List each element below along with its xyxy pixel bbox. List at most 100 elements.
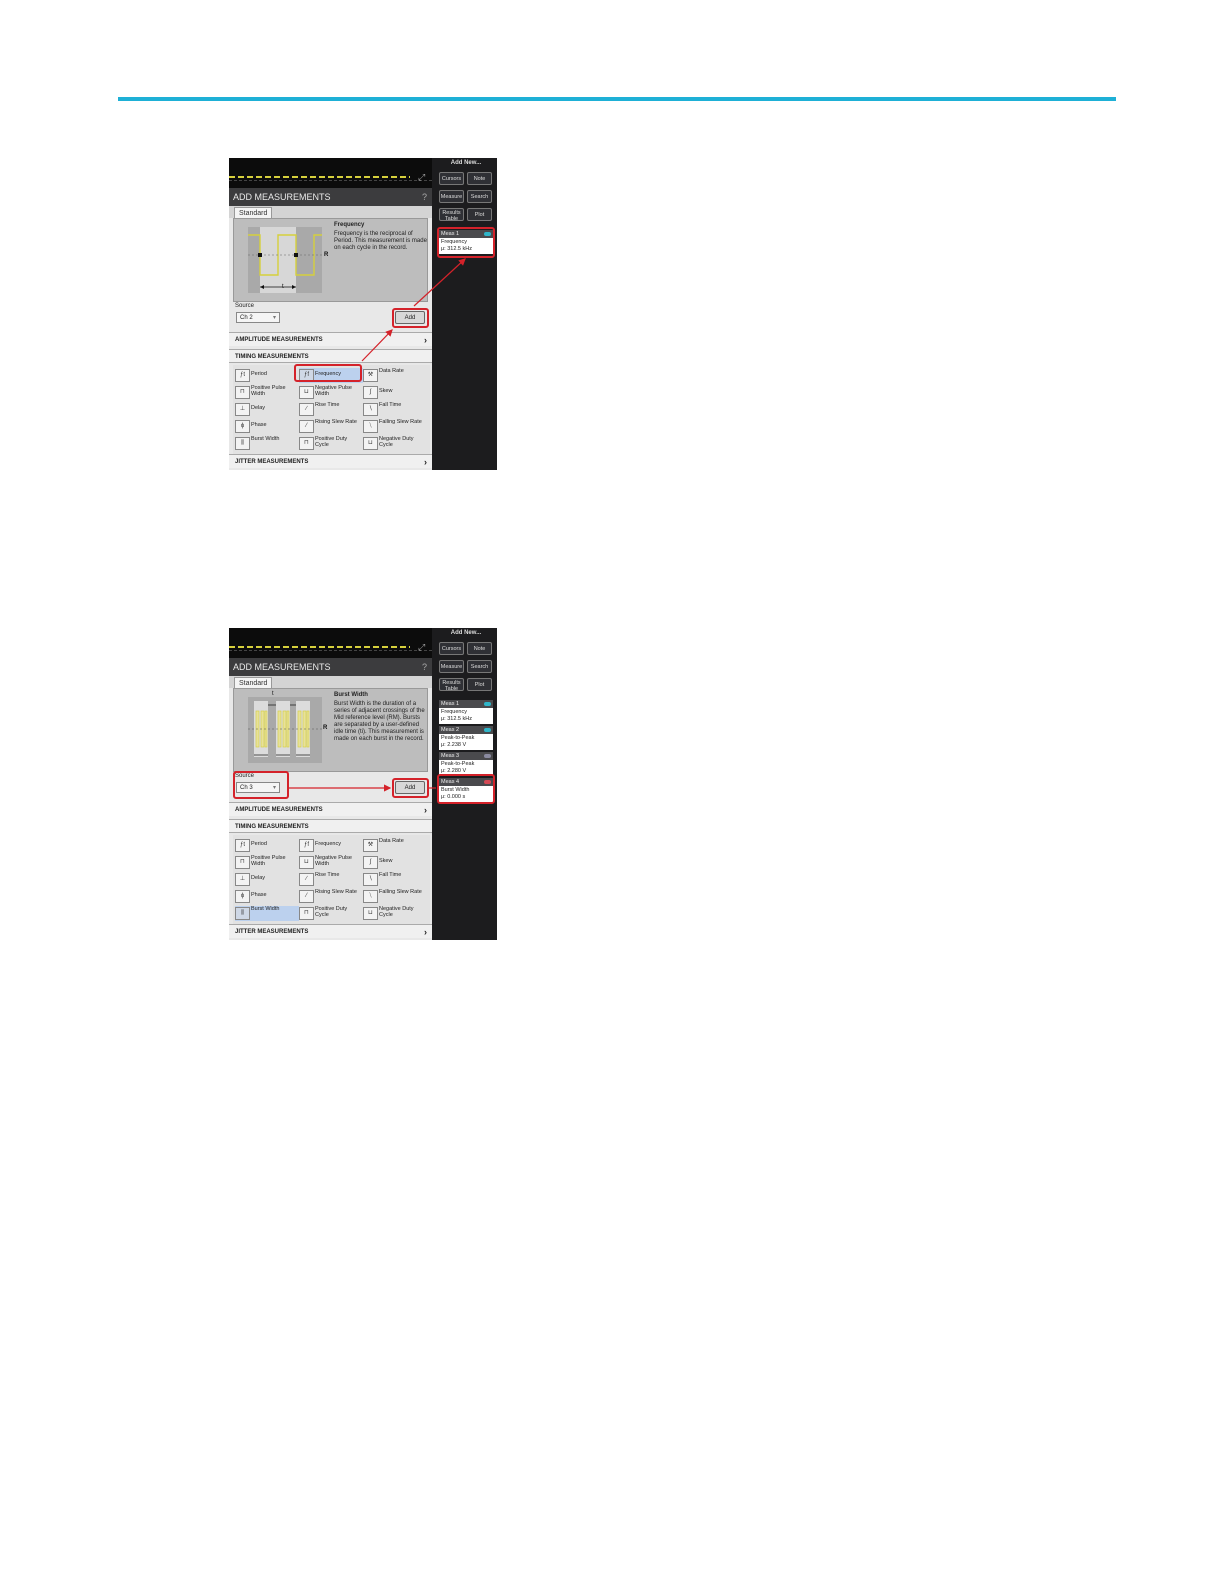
description-title: Frequency	[334, 222, 365, 228]
screenshot-burst-width: ⤢ ADD MEASUREMENTS ? Standard R t Burst …	[229, 628, 497, 940]
header-rule	[118, 97, 1116, 101]
measurement-item-label: Phase	[251, 892, 267, 898]
add-button[interactable]: Add	[395, 781, 425, 794]
measurement-item-falling-slew-rate[interactable]: ⧹ Falling Slew Rate	[363, 889, 427, 904]
search-button[interactable]: Search	[467, 660, 492, 673]
note-button[interactable]: Note	[467, 642, 492, 655]
cursors-button[interactable]: Cursors	[439, 172, 464, 185]
measurement-item-period[interactable]: ƒt Period	[235, 838, 299, 853]
measurement-item-rise-time[interactable]: ∕ Rise Time	[299, 402, 363, 417]
delay-icon: ⊥	[235, 873, 250, 886]
measurement-item-positive-duty-cycle[interactable]: ⊓ Positive Duty Cycle	[299, 906, 363, 921]
measurement-item-rise-time[interactable]: ∕ Rise Time	[299, 872, 363, 887]
amplitude-measurements-section[interactable]: AMPLITUDE MEASUREMENTS ›	[229, 802, 432, 816]
falling-slew-rate-icon: ⧹	[363, 420, 378, 433]
note-button[interactable]: Note	[467, 172, 492, 185]
plot-button[interactable]: Plot	[467, 678, 492, 691]
results-table-button[interactable]: Results Table	[439, 208, 464, 222]
measurement-item-fall-time[interactable]: ∖ Fall Time	[363, 872, 427, 887]
measurement-badge-4[interactable]: Meas 4 Burst Width μ: 0.000 s	[439, 778, 493, 802]
add-new-label: Add New...	[450, 160, 482, 166]
channel-badge-icon	[484, 780, 491, 784]
measurement-item-burst-width[interactable]: ⫼ Burst Width	[235, 436, 299, 451]
measurement-item-delay[interactable]: ⊥ Delay	[235, 402, 299, 417]
negative-duty-cycle-icon: ⊔	[363, 907, 378, 920]
add-button[interactable]: Add	[395, 311, 425, 324]
period-t-label: t	[282, 284, 284, 290]
search-button[interactable]: Search	[467, 190, 492, 203]
frequency-icon: ƒf	[299, 839, 314, 852]
results-table-button[interactable]: Results Table	[439, 678, 464, 692]
measurement-badge-1[interactable]: Meas 1 Frequency μ: 312.5 kHz	[439, 230, 493, 254]
rising-slew-rate-icon: ⁄	[299, 890, 314, 903]
timing-measurements-grid: ƒt Period ƒf Frequency ⚒ Data Rate ⊓ Positive P…	[233, 365, 430, 455]
measurement-item-skew[interactable]: ∫ Skew	[363, 855, 427, 870]
rise-time-icon: ∕	[299, 873, 314, 886]
measurement-badge-2[interactable]: Meas 2 Peak-to-Peak μ: 2.238 V	[439, 726, 493, 750]
zoom-icon[interactable]: ⤢	[418, 642, 428, 652]
negative-duty-cycle-icon: ⊔	[363, 437, 378, 450]
measurement-item-period[interactable]: ƒt Period	[235, 368, 299, 383]
add-measurements-panel: ADD MEASUREMENTS ? Standard R t Burst Wi…	[229, 658, 432, 940]
timing-measurements-section[interactable]: TIMING MEASUREMENTS	[229, 349, 432, 363]
mid-ref-label: R	[324, 252, 329, 258]
measurement-item-positive-pulse-width[interactable]: ⊓ Positive Pulse Width	[235, 385, 299, 400]
measurement-item-delay[interactable]: ⊥ Delay	[235, 872, 299, 887]
source-select[interactable]: Ch 3 ▾	[236, 782, 280, 793]
help-icon[interactable]: ?	[422, 658, 427, 676]
chevron-right-icon: ›	[424, 805, 427, 815]
channel-badge-icon	[484, 232, 491, 236]
positive-pulse-width-icon: ⊓	[235, 386, 250, 399]
measurement-item-label: Positive Duty Cycle	[315, 906, 348, 918]
trace	[229, 176, 410, 178]
measure-button[interactable]: Measure	[439, 660, 464, 673]
measurement-item-positive-duty-cycle[interactable]: ⊓ Positive Duty Cycle	[299, 436, 363, 451]
description-box: R t Burst Width Burst Width is the durat…	[233, 688, 428, 772]
measure-button[interactable]: Measure	[439, 190, 464, 203]
measurement-item-burst-width[interactable]: ⫼ Burst Width	[235, 906, 299, 921]
panel-title: ADD MEASUREMENTS	[233, 662, 331, 672]
positive-duty-cycle-icon: ⊓	[299, 437, 314, 450]
measurement-item-frequency[interactable]: ƒf Frequency	[299, 368, 363, 383]
measurement-item-fall-time[interactable]: ∖ Fall Time	[363, 402, 427, 417]
measurement-item-negative-pulse-width[interactable]: ⊔ Negative Pulse Width	[299, 385, 363, 400]
measurement-item-label: Delay	[251, 405, 266, 411]
jitter-measurements-section[interactable]: JITTER MEASUREMENTS ›	[229, 924, 432, 938]
meas-name: Meas 4	[441, 779, 460, 785]
measurement-item-falling-slew-rate[interactable]: ⧹ Falling Slew Rate	[363, 419, 427, 434]
measurement-item-label: Falling Slew Rate	[379, 889, 422, 895]
plot-button[interactable]: Plot	[467, 208, 492, 221]
falling-slew-rate-icon: ⧹	[363, 890, 378, 903]
measurement-item-data-rate[interactable]: ⚒ Data Rate	[363, 368, 427, 383]
measurement-badge-3[interactable]: Meas 3 Peak-to-Peak μ: 2.280 V	[439, 752, 493, 776]
help-icon[interactable]: ?	[422, 188, 427, 206]
measurement-item-negative-duty-cycle[interactable]: ⊔ Negative Duty Cycle	[363, 436, 427, 451]
measurement-item-positive-pulse-width[interactable]: ⊓ Positive Pulse Width	[235, 855, 299, 870]
measurement-badge-1[interactable]: Meas 1 Frequency μ: 312.5 kHz	[439, 700, 493, 724]
cursors-button[interactable]: Cursors	[439, 642, 464, 655]
negative-pulse-width-icon: ⊔	[299, 856, 314, 869]
measurement-item-negative-duty-cycle[interactable]: ⊔ Negative Duty Cycle	[363, 906, 427, 921]
meas-type: Peak-to-Peak	[441, 761, 475, 767]
source-select[interactable]: Ch 2 ▾	[236, 312, 280, 323]
measurement-item-negative-pulse-width[interactable]: ⊔ Negative Pulse Width	[299, 855, 363, 870]
measurement-item-label: Rise Time	[315, 872, 340, 878]
measurement-item-data-rate[interactable]: ⚒ Data Rate	[363, 838, 427, 853]
zoom-icon[interactable]: ⤢	[418, 172, 428, 182]
amplitude-measurements-section[interactable]: AMPLITUDE MEASUREMENTS ›	[229, 332, 432, 346]
meas-value: μ: 312.5 kHz	[441, 716, 472, 722]
meas-type: Burst Width	[441, 787, 470, 793]
description-box: R t Frequency Frequency is the reciproca…	[233, 218, 428, 302]
measurement-item-rising-slew-rate[interactable]: ⁄ Rising Slew Rate	[299, 419, 363, 434]
measurement-item-frequency[interactable]: ƒf Frequency	[299, 838, 363, 853]
measurement-item-label: Skew	[379, 858, 393, 864]
fall-time-icon: ∖	[363, 403, 378, 416]
measurement-item-label: Period	[251, 371, 267, 377]
measurement-item-rising-slew-rate[interactable]: ⁄ Rising Slew Rate	[299, 889, 363, 904]
waveform-strip: ⤢	[229, 158, 432, 189]
measurement-item-skew[interactable]: ∫ Skew	[363, 385, 427, 400]
measurement-item-phase[interactable]: ϕ Phase	[235, 419, 299, 434]
measurement-item-phase[interactable]: ϕ Phase	[235, 889, 299, 904]
timing-measurements-section[interactable]: TIMING MEASUREMENTS	[229, 819, 432, 833]
jitter-measurements-section[interactable]: JITTER MEASUREMENTS ›	[229, 454, 432, 468]
